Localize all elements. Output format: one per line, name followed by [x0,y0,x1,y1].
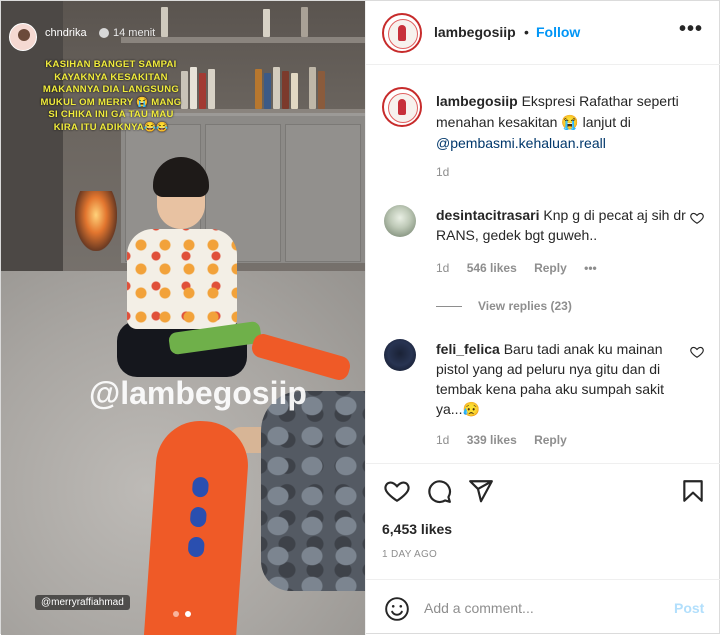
post-header: lambegosiip • Follow ••• [366,1,720,65]
comment-time[interactable]: 1d [436,261,449,275]
post-side-panel: lambegosiip • Follow ••• lambegosiip Eks… [365,1,720,635]
post-button[interactable]: Post [674,600,704,616]
orange-toy-gun [143,418,251,635]
like-heart-icon[interactable] [384,478,410,504]
verified-icon [99,28,109,38]
comment-body: desintacitrasari Knp g di pecat aj sih d… [436,205,686,245]
lamp [75,191,117,251]
overlay-line: MAKANNYA DIA LANGSUNG [42,84,180,96]
view-replies-button[interactable]: View replies (23) [436,299,572,313]
carousel-dot-active[interactable] [185,611,191,617]
post-dialog: chndrika 14 menit KASIHAN BANGET SAMPAI … [0,0,720,635]
share-send-icon[interactable] [468,478,494,504]
caption-username[interactable]: lambegosiip [436,93,518,109]
comment-like-icon[interactable] [690,211,704,225]
post-date[interactable]: 1 DAY AGO [382,549,437,560]
comment-body: feli_felica Baru tadi anak ku mainan pis… [436,339,686,419]
commenter-avatar[interactable] [384,205,416,237]
second-child-figure [261,391,365,591]
caption-author-avatar[interactable] [382,87,422,127]
carousel-dot[interactable] [173,611,179,617]
reply-button[interactable]: Reply [534,261,567,275]
comment-bubble-icon[interactable] [426,478,452,504]
overlay-line: SI CHIKA INI GA TAU MAU [48,109,174,121]
overlay-line: KIRA ITU ADIKNYA😂😂 [53,121,169,133]
comment-meta: 1d 339 likes Reply [436,433,581,447]
child-figure [113,151,253,391]
comment-username[interactable]: feli_felica [436,341,500,357]
story-username: chndrika [45,27,87,39]
comment-like-icon[interactable] [690,345,704,359]
credit-tag: @merryraffiahmad [35,595,130,610]
comment-more-icon[interactable]: ••• [584,261,597,275]
more-options-icon[interactable]: ••• [678,19,704,45]
overlay-line: KAYAKNYA KESAKITAN [54,71,168,83]
follow-button[interactable]: Follow [536,24,580,40]
author-username[interactable]: lambegosiip [434,24,516,40]
bookmark-icon[interactable] [680,478,706,504]
post-caption: lambegosiip Ekspresi Rafathar seperti me… [436,91,706,154]
comment-time[interactable]: 1d [436,433,449,447]
view-replies-label: View replies (23) [478,299,572,313]
story-time: 14 menit [113,27,156,39]
header-separator: • [524,24,529,40]
commenter-avatar[interactable] [384,339,416,371]
caption-mention-link[interactable]: @pembasmi.kehaluan.reall [436,135,606,151]
comment-likes[interactable]: 546 likes [467,261,517,275]
comment-input[interactable] [424,594,654,622]
comment-meta: 1d 546 likes Reply ••• [436,261,611,275]
post-media[interactable]: chndrika 14 menit KASIHAN BANGET SAMPAI … [1,1,365,635]
likes-count[interactable]: 6,453 likes [382,521,452,537]
add-comment-bar: Post [366,579,720,635]
overlay-line: KASIHAN BANGET SAMPAI [45,59,177,70]
story-avatar [9,23,37,51]
action-bar [366,463,720,509]
video-caption-overlay: KASIHAN BANGET SAMPAI KAYAKNYA KESAKITAN… [21,59,201,135]
comment-likes[interactable]: 339 likes [467,433,517,447]
comments-list[interactable]: lambegosiip Ekspresi Rafathar seperti me… [366,65,720,463]
reply-button[interactable]: Reply [534,433,567,447]
watermark: @lambegosiip [89,375,307,411]
emoji-icon[interactable] [384,596,410,622]
overlay-line: MUKUL OM MERRY 😭 MANG [40,96,182,108]
author-avatar[interactable] [382,13,422,53]
comment-username[interactable]: desintacitrasari [436,207,540,223]
carousel-indicator [173,611,197,619]
caption-time[interactable]: 1d [436,165,449,179]
